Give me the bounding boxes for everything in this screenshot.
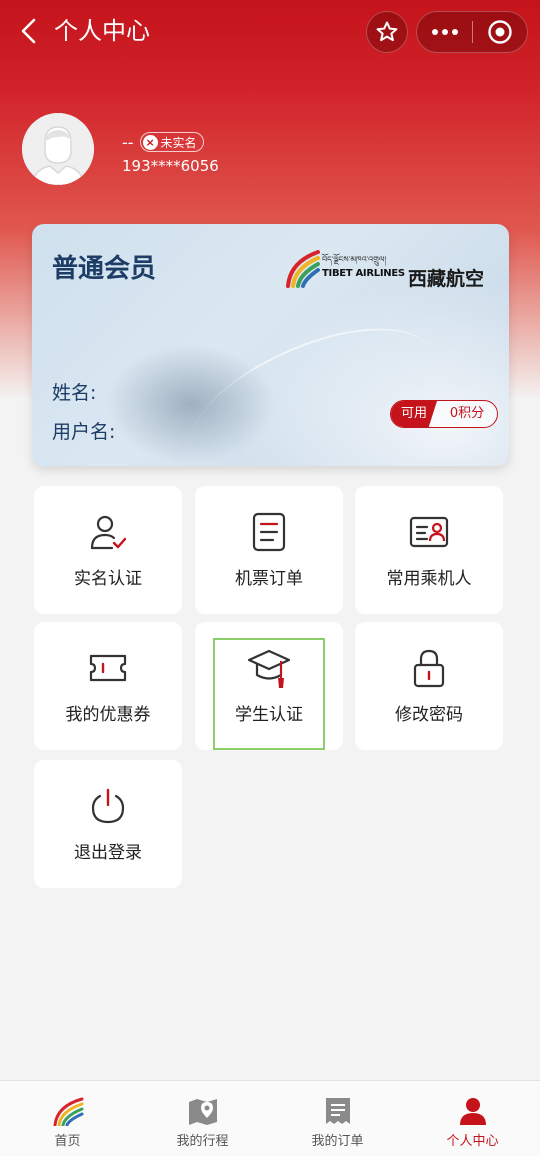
menu-label: 常用乘机人	[386, 569, 472, 589]
id-card-icon	[409, 516, 449, 548]
mini-program-capsule	[416, 11, 528, 53]
tab-label: 个人中心	[446, 1134, 499, 1149]
default-avatar-icon	[22, 113, 94, 185]
chevron-left-icon	[21, 18, 36, 44]
tab-my-orders[interactable]: 我的订单	[270, 1081, 405, 1156]
favorite-button[interactable]	[366, 11, 408, 53]
close-circle-icon: ×	[142, 134, 158, 150]
menu-label: 机票订单	[235, 569, 303, 589]
document-list-icon	[252, 512, 286, 552]
receipt-icon	[325, 1098, 350, 1124]
verify-status-text: 未实名	[160, 135, 197, 150]
redacted-area	[106, 344, 276, 464]
nickname: --	[122, 132, 134, 152]
tab-label: 首页	[54, 1134, 81, 1149]
menu-tile-ticket-orders[interactable]: 机票订单	[195, 486, 343, 614]
tab-label: 我的行程	[176, 1134, 229, 1149]
airline-logo-icon	[53, 1097, 83, 1126]
menu-label: 实名认证	[74, 569, 142, 589]
menu-tile-logout[interactable]: 退出登录	[34, 760, 182, 888]
tab-home[interactable]: 首页	[0, 1081, 135, 1156]
airline-logo-icon	[286, 250, 320, 288]
more-dots-icon	[431, 29, 458, 35]
phone-number: 193****6056	[122, 157, 219, 175]
tab-my-trips[interactable]: 我的行程	[135, 1081, 270, 1156]
back-button[interactable]	[14, 14, 44, 48]
airline-logo: བོད་ལྗོངས་མཁའ་འགྲུལ། TIBET AIRLINES 西藏航空	[284, 244, 504, 294]
member-level: 普通会员	[52, 254, 157, 284]
lock-icon	[413, 649, 445, 688]
tab-label: 我的订单	[311, 1134, 364, 1149]
menu-tile-real-name[interactable]: 实名认证	[34, 486, 182, 614]
selection-highlight	[213, 638, 325, 750]
ticket-icon	[89, 654, 127, 682]
menu-tile-coupons[interactable]: 我的优惠券	[34, 622, 182, 750]
user-check-icon	[90, 515, 127, 550]
menu-tile-change-password[interactable]: 修改密码	[355, 622, 503, 750]
points-value: 0积分	[449, 406, 485, 421]
navigation-bar: 个人中心	[0, 0, 540, 62]
user-info-line: -- × 未实名	[122, 131, 204, 153]
menu-label: 退出登录	[74, 843, 142, 863]
airline-name-english: TIBET AIRLINES	[322, 268, 405, 279]
member-username-label: 用户名:	[52, 421, 116, 443]
airline-name-chinese: 西藏航空	[408, 268, 485, 290]
tab-personal-center[interactable]: 个人中心	[405, 1081, 540, 1156]
bottom-tab-bar: 首页 我的行程 我的订单 个人中心	[0, 1080, 540, 1156]
page-title: 个人中心	[54, 17, 150, 45]
more-button[interactable]	[417, 11, 472, 53]
power-icon	[91, 788, 125, 824]
menu-label: 修改密码	[395, 705, 463, 725]
member-name-label: 姓名:	[52, 382, 97, 404]
star-icon	[376, 21, 398, 42]
close-mini-program-button[interactable]	[473, 11, 527, 53]
member-card[interactable]: 普通会员 བོད་ལྗོངས་མཁའ་འགྲུལ། TIBET AIRLINES…	[32, 224, 509, 466]
menu-label: 我的优惠券	[65, 705, 151, 725]
points-badge[interactable]: 可用 0积分	[390, 400, 498, 428]
menu-tile-frequent-passengers[interactable]: 常用乘机人	[355, 486, 503, 614]
target-circle-icon	[488, 20, 512, 44]
points-available-label: 可用	[391, 401, 437, 427]
verify-status-badge[interactable]: × 未实名	[139, 132, 204, 152]
person-icon	[459, 1098, 486, 1125]
avatar[interactable]	[22, 113, 94, 185]
map-pin-icon	[188, 1099, 217, 1125]
